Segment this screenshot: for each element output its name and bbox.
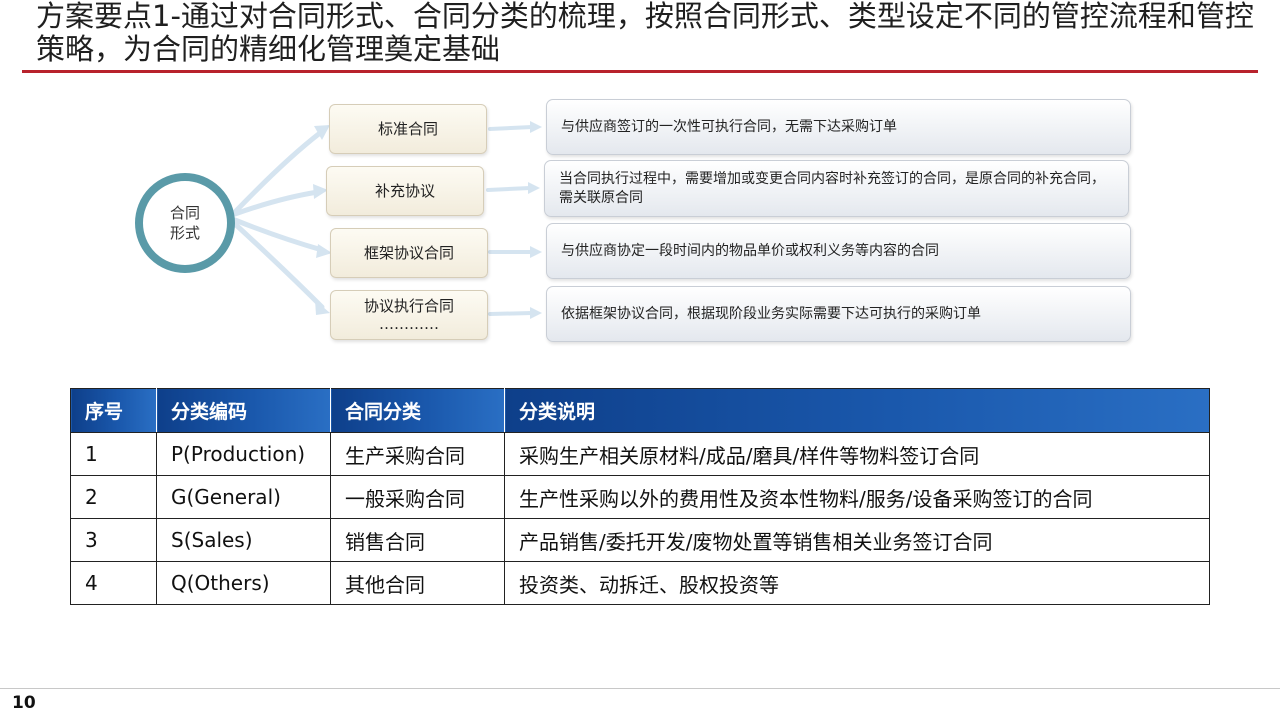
row-arrowhead-3 xyxy=(530,246,542,258)
circle-line-1: 合同 xyxy=(169,204,200,222)
desc-box-supplement: 当合同执行过程中，需要增加或变更合同内容时补充签订的合同，是原合同的补充合同，需… xyxy=(544,160,1129,217)
cell-category: 其他合同 xyxy=(330,561,505,605)
cell-description: 投资类、动拆迁、股权投资等 xyxy=(504,561,1210,605)
cell-description: 采购生产相关原材料/成品/磨具/样件等物料签订合同 xyxy=(504,432,1210,476)
cell-description: 生产性采购以外的费用性及资本性物料/服务/设备采购签订的合同 xyxy=(504,475,1210,519)
page-number: 10 xyxy=(12,693,36,713)
contract-form-circle: 合同 形式 xyxy=(135,173,235,273)
row-arrow-4 xyxy=(488,311,534,316)
table-row: 2 G(General) 一般采购合同 生产性采购以外的费用性及资本性物料/服务… xyxy=(70,475,1210,519)
type-description: 与供应商协定一段时间内的物品单价或权利义务等内容的合同 xyxy=(561,242,939,259)
cell-description: 产品销售/委托开发/废物处置等销售相关业务签订合同 xyxy=(504,518,1210,562)
desc-box-execution: 依据框架协议合同，根据现阶段业务实际需要下达可执行的采购订单 xyxy=(546,286,1131,342)
row-arrow-2 xyxy=(486,186,532,192)
type-box-standard: 标准合同 xyxy=(329,104,487,154)
row-arrowhead-1 xyxy=(530,121,542,133)
row-arrowhead-4 xyxy=(530,307,542,319)
type-box-supplement: 补充协议 xyxy=(326,166,484,216)
contract-classification-table: 序号 分类编码 合同分类 分类说明 1 P(Production) 生产采购合同… xyxy=(70,388,1210,605)
cell-code: G(General) xyxy=(156,475,331,519)
type-description: 与供应商签订的一次性可执行合同，无需下达采购订单 xyxy=(561,118,897,135)
fan-arrow-3 xyxy=(232,217,325,253)
type-label: 标准合同 xyxy=(377,120,438,138)
fan-arrowhead-4 xyxy=(315,300,330,315)
cell-index: 4 xyxy=(70,561,157,605)
type-label: 协议执行合同 xyxy=(363,297,454,315)
fan-arrowhead-1 xyxy=(314,125,330,140)
table-row: 1 P(Production) 生产采购合同 采购生产相关原材料/成品/磨具/样… xyxy=(70,432,1210,476)
column-header-description: 分类说明 xyxy=(504,388,1210,433)
type-sublabel: ………… xyxy=(379,315,439,333)
cell-index: 3 xyxy=(70,518,157,562)
table-row: 3 S(Sales) 销售合同 产品销售/委托开发/废物处置等销售相关业务签订合… xyxy=(70,518,1210,562)
table-row: 4 Q(Others) 其他合同 投资类、动拆迁、股权投资等 xyxy=(70,561,1210,605)
type-box-execution: 协议执行合同 ………… xyxy=(330,290,488,340)
title-divider xyxy=(22,70,1258,73)
desc-box-standard: 与供应商签订的一次性可执行合同，无需下达采购订单 xyxy=(546,99,1131,155)
fan-arrow-4 xyxy=(232,221,325,310)
row-arrow-1 xyxy=(488,125,534,131)
column-header-category: 合同分类 xyxy=(330,388,505,433)
type-label: 框架协议合同 xyxy=(363,244,454,262)
footer-divider xyxy=(0,688,1280,689)
column-header-code: 分类编码 xyxy=(156,388,331,433)
cell-code: S(Sales) xyxy=(156,518,331,562)
fan-arrow-1 xyxy=(232,130,323,215)
type-label: 补充协议 xyxy=(374,182,435,200)
type-description: 依据框架协议合同，根据现阶段业务实际需要下达可执行的采购订单 xyxy=(561,305,981,322)
cell-index: 1 xyxy=(70,432,157,476)
cell-code: P(Production) xyxy=(156,432,331,476)
slide-title: 方案要点1-通过对合同形式、合同分类的梳理，按照合同形式、类型设定不同的管控流程… xyxy=(36,0,1254,66)
desc-box-framework: 与供应商协定一段时间内的物品单价或权利义务等内容的合同 xyxy=(546,223,1131,279)
cell-category: 生产采购合同 xyxy=(330,432,505,476)
cell-index: 2 xyxy=(70,475,157,519)
type-box-framework: 框架协议合同 xyxy=(330,228,488,278)
cell-category: 一般采购合同 xyxy=(330,475,505,519)
cell-code: Q(Others) xyxy=(156,561,331,605)
circle-line-2: 形式 xyxy=(169,224,200,242)
row-arrowhead-2 xyxy=(528,182,540,194)
table-header-row: 序号 分类编码 合同分类 分类说明 xyxy=(70,388,1210,433)
column-header-index: 序号 xyxy=(70,388,157,433)
cell-category: 销售合同 xyxy=(330,518,505,562)
type-description: 当合同执行过程中，需要增加或变更合同内容时补充签订的合同，是原合同的补充合同，需… xyxy=(559,170,1105,206)
fan-arrow-2 xyxy=(232,189,321,217)
